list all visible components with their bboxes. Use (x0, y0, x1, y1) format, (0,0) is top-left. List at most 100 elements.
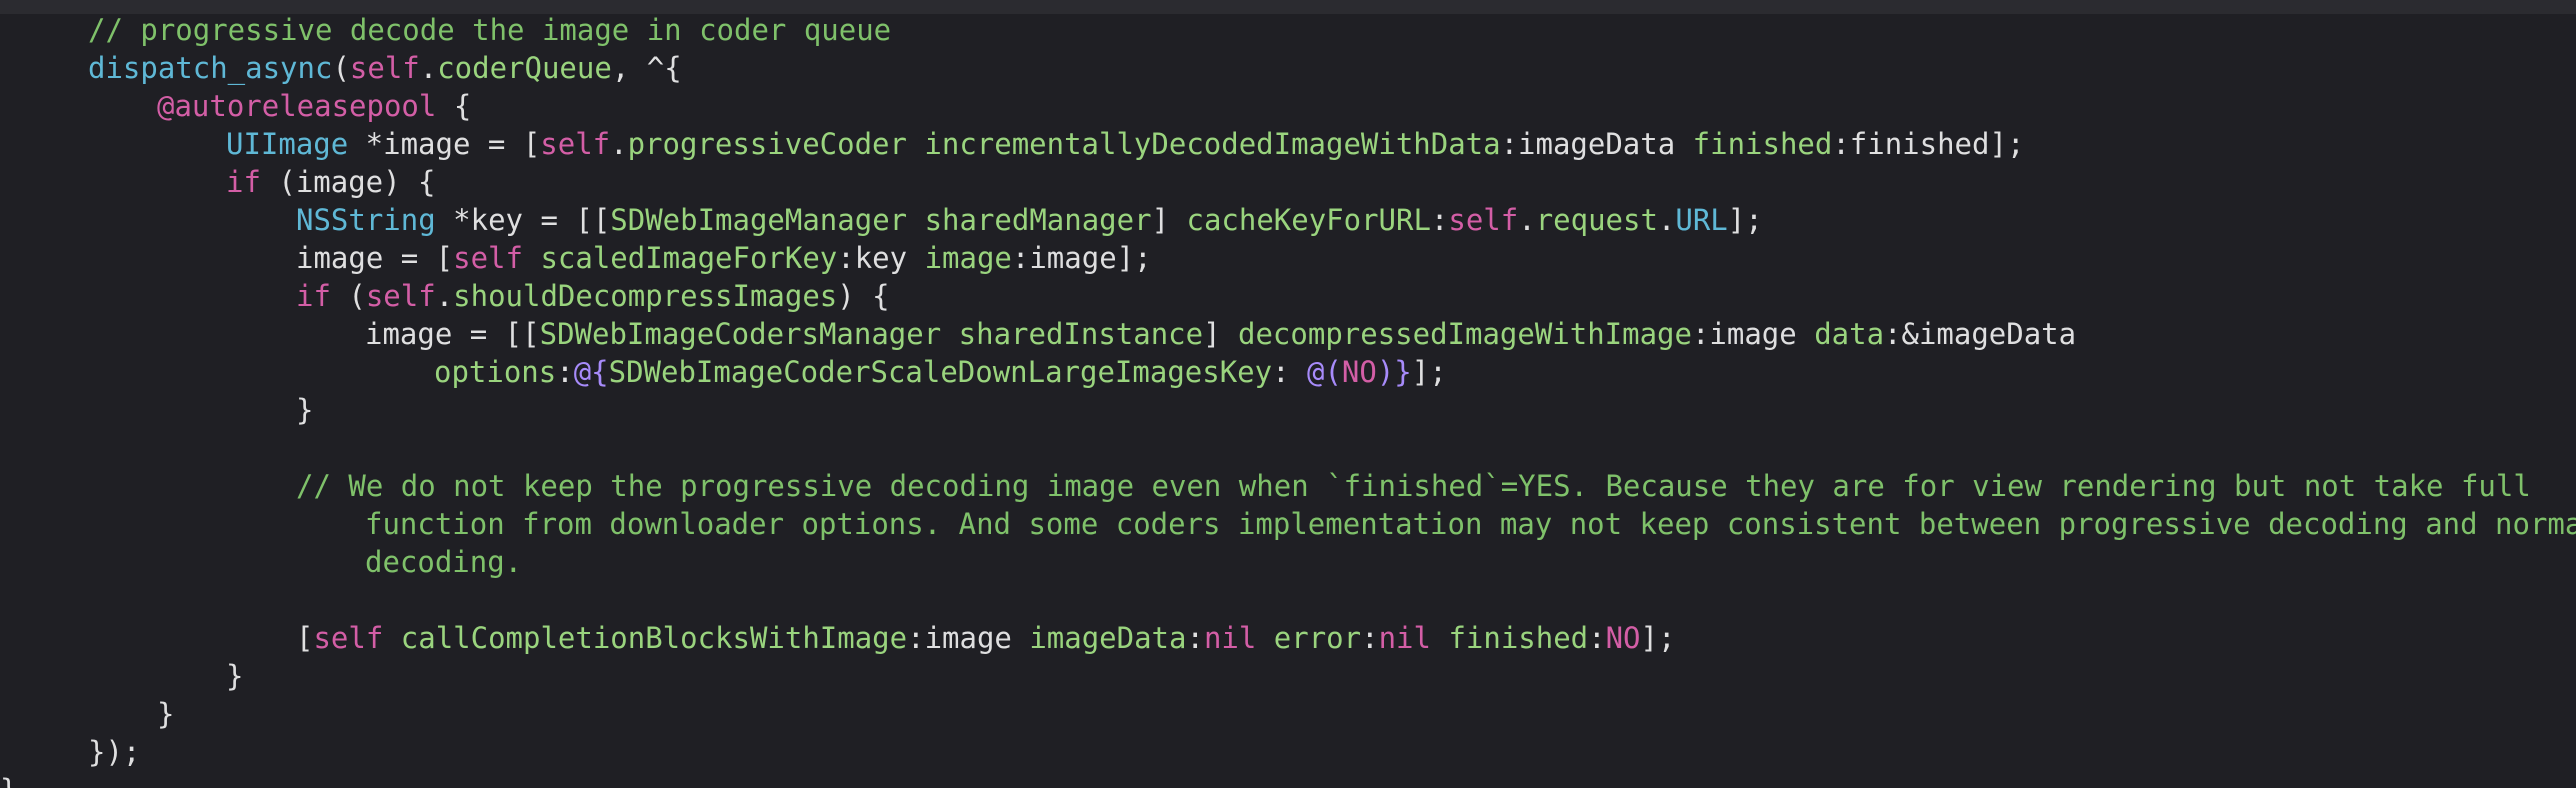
code-token: :imageData (1500, 127, 1693, 161)
code-token: . (435, 279, 454, 313)
code-token: image (924, 241, 1012, 275)
code-line[interactable]: if (image) { (226, 163, 436, 201)
code-token: imageData (1029, 621, 1187, 655)
code-line[interactable]: if (self.shouldDecompressImages) { (296, 277, 890, 315)
code-line[interactable]: options:@{SDWebImageCoderScaleDownLargeI… (434, 353, 1447, 391)
code-token: UIImage (226, 127, 349, 161)
code-token: sharedInstance (958, 317, 1204, 351)
code-token: }); (88, 735, 141, 769)
code-token: } (226, 659, 244, 693)
code-token: sharedManager (924, 203, 1152, 237)
code-line[interactable]: function from downloader options. And so… (365, 505, 2576, 543)
code-editor[interactable]: // progressive decode the image in coder… (0, 14, 2576, 788)
code-token: )} (1376, 355, 1412, 389)
code-token: SDWebImageCoderScaleDownLargeImagesKey (608, 355, 1273, 389)
code-token: ] (1151, 203, 1187, 237)
code-token: ( (330, 279, 366, 313)
code-token: [ (296, 621, 314, 655)
code-token: SDWebImageCodersManager (539, 317, 942, 351)
code-token: if (226, 165, 261, 199)
code-token: URL (1675, 203, 1728, 237)
code-line[interactable]: dispatch_async(self.coderQueue, ^{ (88, 49, 682, 87)
code-token: decoding. (365, 545, 523, 579)
code-line[interactable]: }); (88, 733, 140, 771)
code-line[interactable]: decoding. (365, 543, 522, 581)
code-token: :key (837, 241, 925, 275)
code-token: dispatch_async (88, 51, 333, 85)
code-token: decompressedImageWithImage (1238, 317, 1692, 351)
code-token: self (365, 279, 436, 313)
code-token: // progressive decode the image in coder… (88, 14, 892, 47)
code-token: // We do not keep the progressive decodi… (296, 469, 2531, 503)
code-token: : (1588, 621, 1606, 655)
code-token: (image) { (260, 165, 436, 199)
code-token: : (1361, 621, 1379, 655)
code-token: @( (1307, 355, 1342, 389)
code-line[interactable]: image = [[SDWebImageCodersManager shared… (365, 315, 2076, 353)
code-token: image = [ (296, 241, 454, 275)
code-token: :image (1691, 317, 1815, 351)
code-token: coderQueue (437, 51, 612, 85)
code-token: nil (1378, 621, 1431, 655)
code-token: ]; (1640, 621, 1676, 655)
code-token: ]; (1727, 203, 1763, 237)
code-line[interactable]: } (157, 695, 174, 733)
code-token: self (540, 127, 611, 161)
code-token: *key = [[ (435, 203, 611, 237)
code-token: self (1448, 203, 1519, 237)
code-token: NO (1341, 355, 1377, 389)
code-line[interactable]: // We do not keep the progressive decodi… (296, 467, 2531, 505)
code-token: cacheKeyForURL (1186, 203, 1431, 237)
code-token: :finished]; (1832, 127, 2025, 161)
code-token: self (349, 51, 420, 85)
code-token: incrementallyDecodedImageWithData (924, 127, 1501, 161)
code-token: NO (1605, 621, 1641, 655)
code-token: callCompletionBlocksWithImage (400, 621, 908, 655)
code-line[interactable]: [self callCompletionBlocksWithImage:imag… (296, 619, 1675, 657)
code-token: scaledImageForKey (540, 241, 838, 275)
code-token: nil (1203, 621, 1257, 655)
code-token: : (1430, 203, 1449, 237)
code-token: , ^{ (611, 51, 682, 85)
code-token: shouldDecompressImages (453, 279, 838, 313)
code-token: @autoreleasepool (157, 89, 437, 123)
code-token: } (296, 393, 314, 427)
code-line[interactable]: NSString *key = [[SDWebImageManager shar… (296, 201, 1763, 239)
code-token: ) { (837, 279, 890, 313)
code-token: :&imageData (1884, 317, 2077, 351)
code-line[interactable]: @autoreleasepool { (157, 87, 471, 125)
code-token: :image]; (1011, 241, 1152, 275)
code-token: :image (907, 621, 1030, 655)
code-token: options (434, 355, 557, 389)
code-token: . (610, 127, 628, 161)
code-token: NSString (296, 203, 436, 237)
code-token: : (1272, 355, 1307, 389)
code-line[interactable]: } (296, 391, 313, 429)
code-token: function from downloader options. And so… (365, 507, 2576, 541)
code-token: : (556, 355, 574, 389)
code-token: . (1657, 203, 1676, 237)
code-line[interactable]: image = [self scaledImageForKey:key imag… (296, 239, 1152, 277)
code-token: image = [[ (365, 317, 540, 351)
code-token: *image = [ (348, 127, 541, 161)
code-token: } (157, 697, 175, 731)
code-line[interactable]: UIImage *image = [self.progressiveCoder … (226, 125, 2024, 163)
code-token: ]; (1411, 355, 1447, 389)
code-line[interactable]: } (226, 657, 243, 695)
code-token: . (419, 51, 438, 85)
code-token: finished (1448, 621, 1589, 655)
code-line[interactable]: } (0, 771, 17, 788)
code-line[interactable]: // progressive decode the image in coder… (88, 14, 891, 49)
code-token: . (1518, 203, 1536, 237)
code-token: finished (1692, 127, 1833, 161)
code-token: ( (332, 51, 350, 85)
code-token: self (313, 621, 384, 655)
code-token: } (0, 773, 17, 788)
code-token: : (1186, 621, 1204, 655)
code-token: @{ (573, 355, 609, 389)
